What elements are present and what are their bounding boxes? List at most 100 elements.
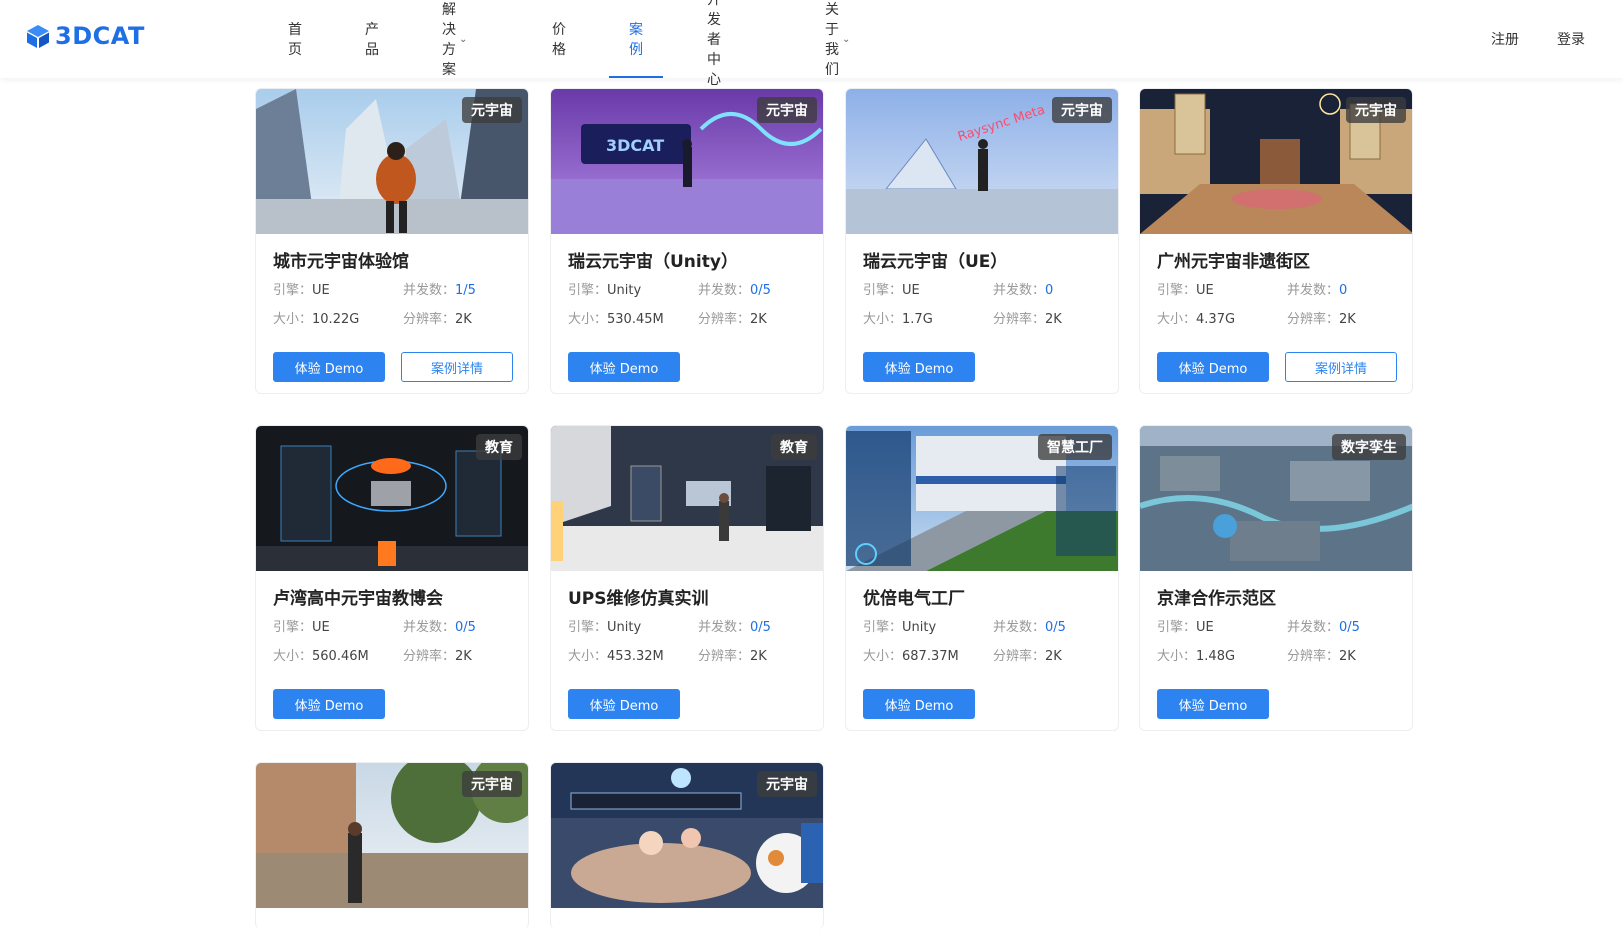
- cube-logo-icon: [27, 25, 49, 48]
- try-demo-button[interactable]: 体验 Demo: [273, 689, 385, 719]
- concurrency-info: 并发数：0/5: [1287, 616, 1360, 635]
- resolution-info-value: 2K: [455, 312, 472, 327]
- resolution-info: 分辨率：2K: [993, 308, 1062, 327]
- brand-name: 3DCAT: [55, 22, 145, 50]
- category-tag: 教育: [771, 434, 817, 460]
- case-card[interactable]: 教育 UPS维修仿真实训 引擎：Unity 并发数：0/5 大小：453.32M 分辨率：…: [550, 425, 824, 731]
- engine-info-value: UE: [312, 620, 330, 635]
- case-card[interactable]: Raysync Meta 元宇宙 瑞云元宇宙（UE） 引擎：UE 并发数：0 大小：1.…: [845, 88, 1119, 394]
- concurrency-info: 并发数：0/5: [698, 279, 771, 298]
- auth-links: 注册 登录: [1491, 0, 1585, 78]
- concurrency-info-label: 并发数：: [403, 283, 456, 298]
- case-card[interactable]: 3DCAT 元宇宙 瑞云元宇宙（Unity） 引擎：Unity 并发数：0/5 大小：5…: [550, 88, 824, 394]
- size-info: 大小：687.37M: [863, 645, 959, 664]
- size-info-label: 大小：: [273, 649, 313, 664]
- nav-item-label: 首页: [288, 22, 302, 58]
- resolution-info-label: 分辨率：: [698, 649, 751, 664]
- try-demo-button[interactable]: 体验 Demo: [863, 689, 975, 719]
- case-detail-button[interactable]: 案例详情: [401, 352, 513, 382]
- case-thumbnail[interactable]: Raysync Meta 元宇宙: [846, 89, 1118, 234]
- size-info-value: 453.32M: [607, 649, 664, 664]
- try-demo-button[interactable]: 体验 Demo: [1157, 689, 1269, 719]
- case-card[interactable]: 元宇宙: [550, 762, 824, 929]
- case-card[interactable]: 元宇宙 城市元宇宙体验馆 引擎：UE 并发数：1/5 大小：10.22G 分辨率：2K 体验…: [255, 88, 529, 394]
- try-demo-button[interactable]: 体验 Demo: [568, 689, 680, 719]
- nav-item-label: 关于我们: [825, 2, 839, 78]
- engine-info-value: UE: [312, 283, 330, 298]
- case-card[interactable]: 数字孪生 京津合作示范区 引擎：UE 并发数：0/5 大小：1.48G 分辨率：2K 体验 …: [1139, 425, 1413, 731]
- try-demo-button[interactable]: 体验 Demo: [1157, 352, 1269, 382]
- case-card[interactable]: 元宇宙: [255, 762, 529, 929]
- engine-info-value: Unity: [902, 620, 937, 635]
- size-info-label: 大小：: [273, 312, 313, 327]
- size-info-label: 大小：: [1157, 649, 1197, 664]
- concurrency-info-value: 0/5: [1045, 620, 1066, 635]
- case-thumbnail[interactable]: 元宇宙: [256, 89, 528, 234]
- resolution-info-value: 2K: [1339, 649, 1356, 664]
- nav-item-6[interactable]: 关于我们 ⌄: [825, 0, 850, 78]
- resolution-info: 分辨率：2K: [993, 645, 1062, 664]
- nav-item-5[interactable]: 开发者中心: [707, 0, 721, 88]
- concurrency-info-value: 0/5: [750, 620, 771, 635]
- concurrency-info: 并发数：0/5: [698, 616, 771, 635]
- category-tag: 智慧工厂: [1038, 434, 1112, 460]
- resolution-info-value: 2K: [1339, 312, 1356, 327]
- engine-info: 引擎：UE: [1157, 279, 1214, 298]
- case-title: 广州元宇宙非遗街区: [1157, 252, 1310, 272]
- size-info: 大小：560.46M: [273, 645, 369, 664]
- login-link[interactable]: 登录: [1557, 29, 1585, 49]
- engine-info-label: 引擎：: [568, 283, 608, 298]
- brand-logo[interactable]: 3DCAT: [25, 22, 145, 50]
- register-link[interactable]: 注册: [1491, 29, 1519, 49]
- try-demo-button[interactable]: 体验 Demo: [273, 352, 385, 382]
- concurrency-info: 并发数：0/5: [993, 616, 1066, 635]
- nav-item-1[interactable]: 产品: [365, 0, 379, 78]
- engine-info-label: 引擎：: [863, 620, 903, 635]
- resolution-info-value: 2K: [1045, 312, 1062, 327]
- case-card[interactable]: 智慧工厂 优倍电气工厂 引擎：Unity 并发数：0/5 大小：687.37M 分辨率：2…: [845, 425, 1119, 731]
- category-tag: 教育: [476, 434, 522, 460]
- nav-item-3[interactable]: 价格: [552, 0, 566, 78]
- nav-item-0[interactable]: 首页: [288, 0, 302, 78]
- nav-item-label: 解决方案: [442, 2, 456, 78]
- site-header: 3DCAT 首页 产品 解决方案 ⌄ 价格 案例 开发者中心 关于我们 ⌄ 注册 登录: [0, 0, 1623, 88]
- resolution-info-value: 2K: [1045, 649, 1062, 664]
- case-thumbnail[interactable]: 智慧工厂: [846, 426, 1118, 571]
- case-detail-button[interactable]: 案例详情: [1285, 352, 1397, 382]
- case-card[interactable]: 教育 卢湾高中元宇宙教博会 引擎：UE 并发数：0/5 大小：560.46M 分辨率：2K…: [255, 425, 529, 731]
- case-thumbnail[interactable]: 教育: [551, 426, 823, 571]
- engine-info: 引擎：UE: [273, 616, 330, 635]
- nav-item-2[interactable]: 解决方案 ⌄: [442, 0, 467, 78]
- resolution-info: 分辨率：2K: [403, 308, 472, 327]
- case-card[interactable]: 元宇宙 广州元宇宙非遗街区 引擎：UE 并发数：0 大小：4.37G 分辨率：2K 体验 D…: [1139, 88, 1413, 394]
- case-thumbnail[interactable]: 3DCAT 元宇宙: [551, 89, 823, 234]
- nav-item-4[interactable]: 案例: [609, 0, 663, 78]
- case-title: 瑞云元宇宙（UE）: [863, 252, 1008, 272]
- category-tag: 元宇宙: [1346, 97, 1406, 123]
- engine-info: 引擎：UE: [863, 279, 920, 298]
- engine-info-value: Unity: [607, 620, 642, 635]
- case-thumbnail[interactable]: 数字孪生: [1140, 426, 1412, 571]
- concurrency-info: 并发数：0: [1287, 279, 1347, 298]
- size-info: 大小：10.22G: [273, 308, 359, 327]
- resolution-info-label: 分辨率：: [403, 649, 456, 664]
- resolution-info-label: 分辨率：: [1287, 312, 1340, 327]
- size-info: 大小：530.45M: [568, 308, 664, 327]
- resolution-info-value: 2K: [750, 649, 767, 664]
- category-tag: 元宇宙: [757, 771, 817, 797]
- try-demo-button[interactable]: 体验 Demo: [863, 352, 975, 382]
- case-thumbnail[interactable]: 元宇宙: [1140, 89, 1412, 234]
- engine-info-label: 引擎：: [1157, 620, 1197, 635]
- case-thumbnail[interactable]: 元宇宙: [551, 763, 823, 908]
- resolution-info: 分辨率：2K: [1287, 645, 1356, 664]
- svg-text:3DCAT: 3DCAT: [606, 136, 664, 155]
- engine-info: 引擎：Unity: [863, 616, 936, 635]
- chevron-down-icon: ⌄: [842, 33, 851, 45]
- case-thumbnail[interactable]: 教育: [256, 426, 528, 571]
- concurrency-info: 并发数：0/5: [403, 616, 476, 635]
- chevron-down-icon: ⌄: [459, 33, 468, 45]
- concurrency-info-label: 并发数：: [993, 283, 1046, 298]
- case-thumbnail[interactable]: 元宇宙: [256, 763, 528, 908]
- try-demo-button[interactable]: 体验 Demo: [568, 352, 680, 382]
- size-info-value: 560.46M: [312, 649, 369, 664]
